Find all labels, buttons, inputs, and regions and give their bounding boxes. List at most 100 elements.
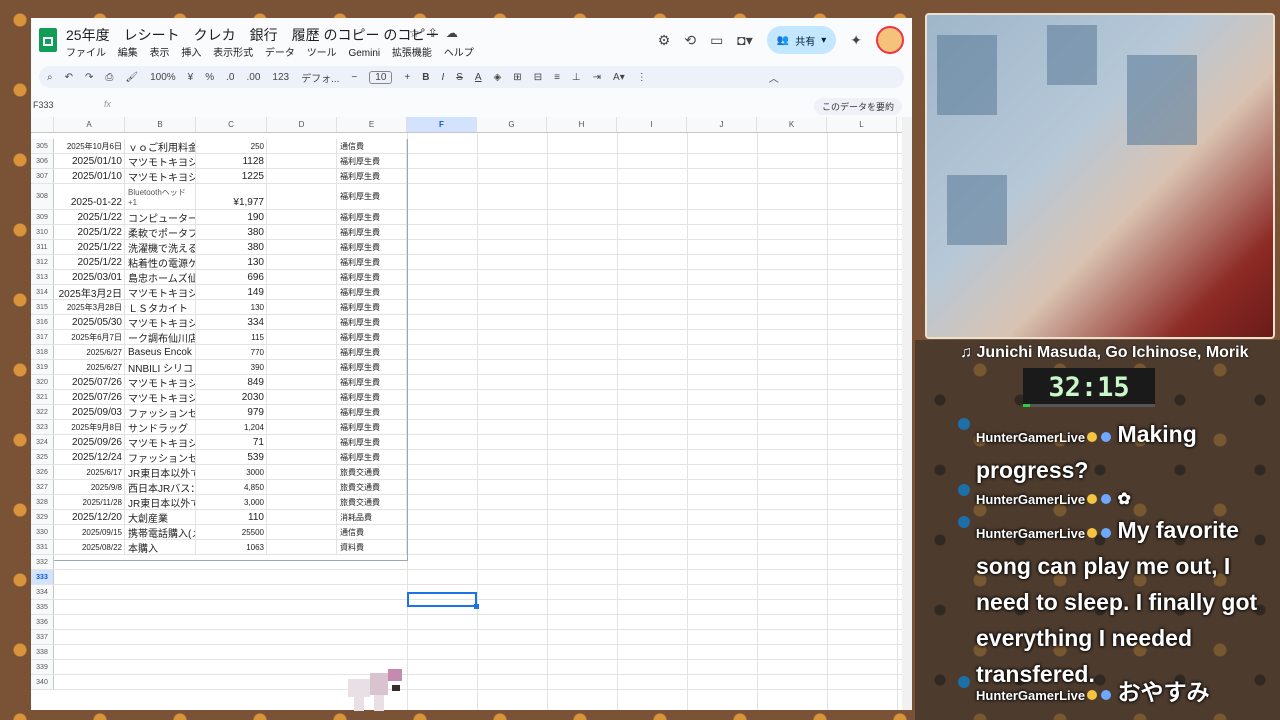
row-number[interactable]: 326 <box>31 465 54 479</box>
cell-amount[interactable]: 110 <box>196 510 267 524</box>
cell-item[interactable]: マツモトキヨシ <box>125 435 196 449</box>
column-header[interactable]: J <box>687 117 757 132</box>
rotate-icon[interactable]: A▾ <box>613 72 625 83</box>
menu-file[interactable]: ファイル <box>66 48 106 59</box>
cell-amount[interactable]: 1128 <box>196 154 267 168</box>
row-number[interactable]: 317 <box>31 330 54 344</box>
cell-date[interactable]: 2025年10月6日 <box>54 139 125 153</box>
cell-date[interactable]: 2025/07/26 <box>54 375 125 389</box>
column-header[interactable]: H <box>547 117 617 132</box>
cell-amount[interactable]: 3,000 <box>196 495 267 509</box>
cell-empty[interactable] <box>267 285 337 299</box>
cell-empty[interactable] <box>267 465 337 479</box>
cloud-icon[interactable]: ☁ <box>446 26 466 40</box>
cell-empty[interactable] <box>267 240 337 254</box>
cell-category[interactable]: 福利厚生費 <box>337 270 407 284</box>
cell-amount[interactable]: 4,850 <box>196 480 267 494</box>
cell-empty[interactable] <box>267 510 337 524</box>
column-header[interactable]: C <box>196 117 267 132</box>
cell-empty[interactable] <box>267 270 337 284</box>
history-icon[interactable]: ⟲ <box>684 32 696 49</box>
cell-amount[interactable]: 2030 <box>196 390 267 404</box>
cell-date[interactable]: 2025/09/15 <box>54 525 125 539</box>
row-number[interactable]: 314 <box>31 285 54 299</box>
undo-icon[interactable]: ↶ <box>65 72 73 83</box>
cell-category[interactable]: 福利厚生費 <box>337 435 407 449</box>
cell-empty[interactable] <box>267 435 337 449</box>
cell-empty[interactable] <box>267 154 337 168</box>
cell-empty[interactable] <box>267 169 337 183</box>
cell-empty[interactable] <box>267 360 337 374</box>
more-icon[interactable]: ⋮ <box>637 72 647 83</box>
cell-empty[interactable] <box>267 375 337 389</box>
cell-item[interactable]: サンドラッグ <box>125 420 196 434</box>
cell-item[interactable]: 洗濯機で洗える <box>125 240 196 254</box>
cell-item[interactable]: マツモトキヨシ <box>125 315 196 329</box>
cell-category[interactable]: 福利厚生費 <box>337 240 407 254</box>
row-number[interactable]: 339 <box>31 660 54 674</box>
sheet-grid[interactable]: ABCDEFGHIJKL 305 2025年10月6日 ｖｏご利用料金 250 通信費 3… <box>31 117 912 710</box>
row-number[interactable]: 334 <box>31 585 54 599</box>
row-number[interactable]: 306 <box>31 154 54 168</box>
row-number[interactable]: 338 <box>31 645 54 659</box>
row-number[interactable]: 312 <box>31 255 54 269</box>
star-icon[interactable]: ☆ <box>409 26 428 40</box>
row-number[interactable]: 322 <box>31 405 54 419</box>
cell-date[interactable]: 2025/05/30 <box>54 315 125 329</box>
cell-category[interactable]: 福利厚生費 <box>337 405 407 419</box>
cell-category[interactable]: 消耗品費 <box>337 510 407 524</box>
font-size-input[interactable]: 10 <box>369 70 393 84</box>
vertical-scrollbar[interactable] <box>902 117 912 710</box>
sheets-logo-icon[interactable] <box>39 28 57 52</box>
cell-amount[interactable]: 115 <box>196 330 267 344</box>
cell-item[interactable]: ｖｏご利用料金 <box>125 139 196 153</box>
cell-category[interactable]: 旅費交通費 <box>337 465 407 479</box>
align-icon[interactable]: ≡ <box>554 72 560 83</box>
row-number[interactable]: 325 <box>31 450 54 464</box>
cell-amount[interactable]: 1225 <box>196 169 267 183</box>
cell-category[interactable]: 福利厚生費 <box>337 300 407 314</box>
text-color-icon[interactable]: A <box>475 72 482 83</box>
column-header[interactable]: I <box>617 117 687 132</box>
cell-empty[interactable] <box>267 495 337 509</box>
cell-amount[interactable]: 380 <box>196 225 267 239</box>
cell-date[interactable]: 2025/01/10 <box>54 169 125 183</box>
cell-empty[interactable] <box>267 330 337 344</box>
cell-date[interactable]: 2025/1/22 <box>54 255 125 269</box>
column-header[interactable]: K <box>757 117 827 132</box>
cell-amount[interactable]: 25500 <box>196 525 267 539</box>
bold-icon[interactable]: B <box>422 72 429 83</box>
cell-category[interactable]: 福利厚生費 <box>337 315 407 329</box>
cell-category[interactable]: 福利厚生費 <box>337 375 407 389</box>
row-number[interactable]: 318 <box>31 345 54 359</box>
cell-date[interactable]: 2025年3月2日 <box>54 285 125 299</box>
row-number[interactable]: 331 <box>31 540 54 554</box>
column-header[interactable]: D <box>267 117 337 132</box>
cell-empty[interactable] <box>267 184 337 209</box>
row-number[interactable]: 336 <box>31 615 54 629</box>
cell-category[interactable]: 福利厚生費 <box>337 345 407 359</box>
cell-amount[interactable]: 849 <box>196 375 267 389</box>
cell-category[interactable]: 通信費 <box>337 525 407 539</box>
avatar[interactable] <box>876 26 904 54</box>
print-icon[interactable]: ⎙ <box>105 72 113 83</box>
menu-tools[interactable]: ツール <box>307 48 337 59</box>
font-select[interactable]: デフォ... <box>301 70 339 85</box>
column-header[interactable]: E <box>337 117 407 132</box>
borders-icon[interactable]: ⊞ <box>513 72 521 83</box>
selected-cell[interactable] <box>407 592 479 609</box>
cell-empty[interactable] <box>267 225 337 239</box>
row-number[interactable]: 319 <box>31 360 54 374</box>
cell-amount[interactable]: 770 <box>196 345 267 359</box>
summarize-button[interactable]: このデータを要約 <box>813 98 902 115</box>
cell-item[interactable]: マツモトキヨシ <box>125 390 196 404</box>
row-number[interactable]: 329 <box>31 510 54 524</box>
cell-date[interactable]: 2025-01-22 <box>54 184 125 209</box>
row-number[interactable]: 323 <box>31 420 54 434</box>
comment-icon[interactable]: ▭ <box>710 32 723 49</box>
column-header[interactable]: A <box>54 117 125 132</box>
cell-category[interactable]: 福利厚生費 <box>337 285 407 299</box>
cell-category[interactable]: 福利厚生費 <box>337 330 407 344</box>
italic-icon[interactable]: I <box>441 72 444 83</box>
share-button[interactable]: 👥 共有 ▾ <box>766 26 837 54</box>
